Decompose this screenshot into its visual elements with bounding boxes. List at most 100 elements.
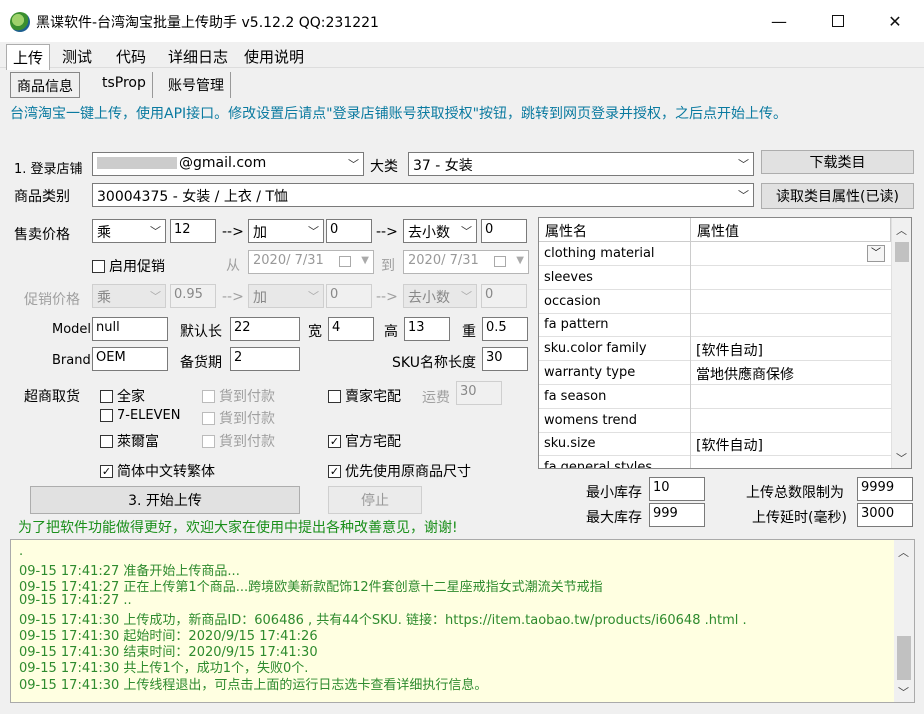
subtab-account[interactable]: 账号管理 bbox=[162, 72, 231, 98]
price-round-select[interactable]: 去小数 ﹀ bbox=[403, 219, 477, 243]
stock-period-input[interactable]: 2 bbox=[230, 347, 300, 371]
min-stock-input[interactable]: 10 bbox=[649, 477, 705, 501]
grid-row[interactable]: sleeves bbox=[539, 265, 891, 290]
shipping-fee-input[interactable]: 30 bbox=[456, 381, 502, 405]
family-mart-cod-checkbox[interactable]: 貨到付款 bbox=[202, 386, 275, 406]
promo-op2-value: 加 bbox=[253, 290, 267, 306]
sku-length-input[interactable]: 30 bbox=[482, 347, 528, 371]
original-size-checkbox[interactable]: ✓ 优先使用原商品尺寸 bbox=[328, 461, 471, 481]
attribute-name: sku.color family bbox=[539, 337, 691, 362]
grid-row[interactable]: occasion bbox=[539, 289, 891, 314]
read-category-attrs-button[interactable]: 读取类目属性(已读) bbox=[761, 183, 914, 209]
weight-input[interactable]: 0.5 bbox=[482, 317, 528, 341]
tab-upload[interactable]: 上传 bbox=[6, 44, 51, 70]
grid-row[interactable]: clothing material ﹀ bbox=[539, 242, 891, 266]
grid-row[interactable]: fa season bbox=[539, 384, 891, 409]
hilife-checkbox[interactable]: 萊爾富 bbox=[100, 431, 159, 451]
category-select[interactable]: 37 - 女装 ﹀ bbox=[408, 152, 754, 176]
promo-multiplier-input[interactable]: 0.95 bbox=[170, 284, 216, 308]
attribute-value[interactable] bbox=[691, 290, 889, 314]
brand-input[interactable]: OEM bbox=[92, 347, 168, 371]
subtab-tsprop[interactable]: tsProp bbox=[96, 72, 153, 98]
length-input[interactable]: 22 bbox=[230, 317, 300, 341]
download-category-button[interactable]: 下载类目 bbox=[761, 150, 914, 174]
model-input[interactable]: null bbox=[92, 317, 168, 341]
upload-delay-input[interactable]: 3000 bbox=[857, 503, 913, 527]
price-decimals-input[interactable]: 0 bbox=[481, 219, 527, 243]
store-select[interactable]: @gmail.com ﹀ bbox=[92, 152, 364, 176]
promo-decimals-input[interactable]: 0 bbox=[481, 284, 527, 308]
tab-test[interactable]: 测试 bbox=[56, 44, 98, 68]
product-category-select[interactable]: 30004375 - 女装 / 上衣 / T恤 ﹀ bbox=[92, 183, 754, 207]
close-button[interactable]: ✕ bbox=[872, 0, 918, 42]
app-logo-icon bbox=[10, 12, 30, 32]
subtab-product-info[interactable]: 商品信息 bbox=[10, 72, 80, 98]
attribute-value[interactable]: 當地供應商保修 bbox=[691, 361, 889, 385]
promo-op2-select[interactable]: 加 ﹀ bbox=[248, 284, 324, 308]
scroll-thumb[interactable] bbox=[895, 242, 909, 262]
log-line: 09-15 17:41:30 上传线程退出，可点击上面的运行日志选卡查看详细执行… bbox=[19, 677, 488, 693]
family-mart-checkbox[interactable]: 全家 bbox=[100, 386, 145, 406]
enable-promo-checkbox[interactable]: 启用促销 bbox=[92, 256, 165, 276]
scroll-down-icon[interactable]: ﹀ bbox=[898, 684, 909, 700]
promo-round-select[interactable]: 去小数 ﹀ bbox=[403, 284, 477, 308]
attribute-value[interactable] bbox=[691, 456, 889, 468]
promo-start-date[interactable]: 2020/ 7/31 ▼ bbox=[248, 250, 374, 274]
category-value: 37 - 女装 bbox=[413, 158, 473, 174]
promo-add-input[interactable]: 0 bbox=[326, 284, 372, 308]
hilife-cod-checkbox[interactable]: 貨到付款 bbox=[202, 431, 275, 451]
maximize-button[interactable] bbox=[815, 0, 861, 42]
value-dropdown-button[interactable]: ﹀ bbox=[867, 245, 885, 262]
attribute-name: warranty type bbox=[539, 361, 691, 385]
attribute-grid[interactable]: 属性名 属性值 clothing material ﹀ sleeves occasio… bbox=[538, 217, 912, 469]
grid-row[interactable]: fa pattern bbox=[539, 313, 891, 338]
tab-code[interactable]: 代码 bbox=[110, 44, 152, 68]
price-add-input[interactable]: 0 bbox=[326, 219, 372, 243]
width-input[interactable]: 4 bbox=[328, 317, 374, 341]
attribute-value[interactable] bbox=[691, 313, 889, 337]
log-panel[interactable]: . 09-15 17:41:27 准备开始上传商品... 09-15 17:41:2… bbox=[10, 539, 915, 703]
start-upload-button[interactable]: 3. 开始上传 bbox=[30, 486, 300, 514]
attribute-value[interactable]: [软件自动] bbox=[691, 337, 889, 361]
price-op2-select[interactable]: 加 ﹀ bbox=[248, 219, 324, 243]
promo-op-select[interactable]: 乘 ﹀ bbox=[92, 284, 166, 308]
scroll-thumb[interactable] bbox=[897, 636, 911, 680]
attribute-value[interactable] bbox=[691, 242, 889, 266]
seller-delivery-checkbox[interactable]: 賣家宅配 bbox=[328, 386, 401, 406]
attribute-value[interactable] bbox=[691, 409, 889, 433]
attribute-name: sku.size bbox=[539, 432, 691, 457]
seven-eleven-checkbox[interactable]: 7-ELEVEN bbox=[100, 408, 180, 423]
stop-button[interactable]: 停止 bbox=[328, 486, 422, 514]
price-op-select[interactable]: 乘 ﹀ bbox=[92, 219, 166, 243]
price-multiplier-input[interactable]: 12 bbox=[170, 219, 216, 243]
attribute-value[interactable] bbox=[691, 385, 889, 409]
attribute-value[interactable]: [软件自动] bbox=[691, 432, 889, 456]
total-limit-input[interactable]: 9999 bbox=[857, 477, 913, 501]
width-label: 宽 bbox=[308, 324, 322, 340]
checkmark-icon: ✓ bbox=[328, 464, 341, 478]
redacted-email bbox=[97, 157, 177, 169]
max-stock-input[interactable]: 999 bbox=[649, 503, 705, 527]
height-input[interactable]: 13 bbox=[404, 317, 450, 341]
grid-row[interactable]: warranty type 當地供應商保修 bbox=[539, 361, 891, 385]
log-scrollbar[interactable]: ︿ ﹀ bbox=[894, 540, 914, 702]
simplified-to-traditional-checkbox[interactable]: ✓ 简体中文转繁体 bbox=[100, 461, 215, 481]
scroll-up-icon[interactable]: ︿ bbox=[896, 222, 907, 238]
grid-scrollbar[interactable]: ︿ ﹀ bbox=[891, 218, 911, 468]
official-delivery-checkbox[interactable]: ✓ 官方宅配 bbox=[328, 431, 401, 451]
promo-end-date[interactable]: 2020/ 7/31 ▼ bbox=[403, 250, 529, 274]
attribute-value[interactable] bbox=[691, 266, 889, 290]
grid-row[interactable]: womens trend bbox=[539, 408, 891, 433]
scroll-down-icon[interactable]: ﹀ bbox=[896, 450, 907, 466]
weight-label: 重 bbox=[462, 324, 476, 340]
tab-manual[interactable]: 使用说明 bbox=[238, 44, 310, 68]
grid-row[interactable]: sku.size [软件自动] bbox=[539, 432, 891, 457]
grid-row[interactable]: fa general styles bbox=[539, 456, 891, 468]
scroll-up-icon[interactable]: ︿ bbox=[898, 544, 909, 560]
minimize-button[interactable]: — bbox=[756, 0, 802, 42]
checkbox-box bbox=[202, 411, 215, 425]
price-op-value: 乘 bbox=[97, 225, 111, 241]
seven-eleven-cod-checkbox[interactable]: 貨到付款 bbox=[202, 408, 275, 428]
tab-detail-log[interactable]: 详细日志 bbox=[162, 44, 234, 68]
grid-row[interactable]: sku.color family [软件自动] bbox=[539, 337, 891, 362]
